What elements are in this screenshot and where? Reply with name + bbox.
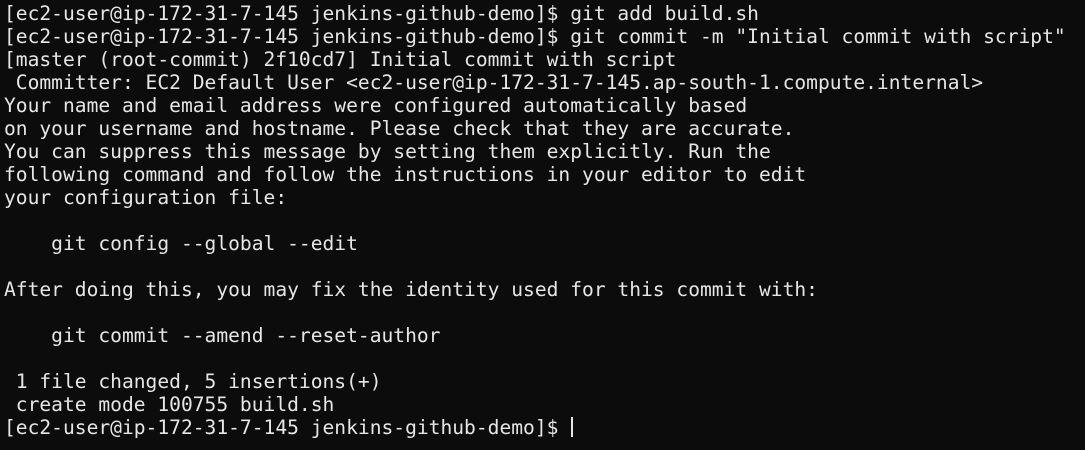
output-line: [ec2-user@ip-172-31-7-145 jenkins-github… bbox=[4, 25, 1066, 48]
output-line: on your username and hostname. Please ch… bbox=[4, 117, 795, 140]
output-line: You can suppress this message by setting… bbox=[4, 140, 771, 163]
output-line: create mode 100755 build.sh bbox=[4, 393, 335, 416]
shell-prompt: [ec2-user@ip-172-31-7-145 jenkins-github… bbox=[4, 416, 571, 439]
output-line: 1 file changed, 5 insertions(+) bbox=[4, 370, 382, 393]
output-line: following command and follow the instruc… bbox=[4, 163, 807, 186]
output-line: git config --global --edit bbox=[4, 232, 358, 255]
prompt-line[interactable]: [ec2-user@ip-172-31-7-145 jenkins-github… bbox=[4, 416, 1085, 439]
output-line: [ec2-user@ip-172-31-7-145 jenkins-github… bbox=[4, 2, 759, 25]
terminal-window[interactable]: [ec2-user@ip-172-31-7-145 jenkins-github… bbox=[0, 0, 1085, 450]
output-line: Committer: EC2 Default User <ec2-user@ip… bbox=[4, 71, 984, 94]
output-line: [master (root-commit) 2f10cd7] Initial c… bbox=[4, 48, 677, 71]
output-line: After doing this, you may fix the identi… bbox=[4, 278, 818, 301]
output-line: your configuration file: bbox=[4, 186, 288, 209]
output-line: Your name and email address were configu… bbox=[4, 94, 748, 117]
text-cursor[interactable] bbox=[571, 417, 574, 437]
output-line: git commit --amend --reset-author bbox=[4, 324, 441, 347]
